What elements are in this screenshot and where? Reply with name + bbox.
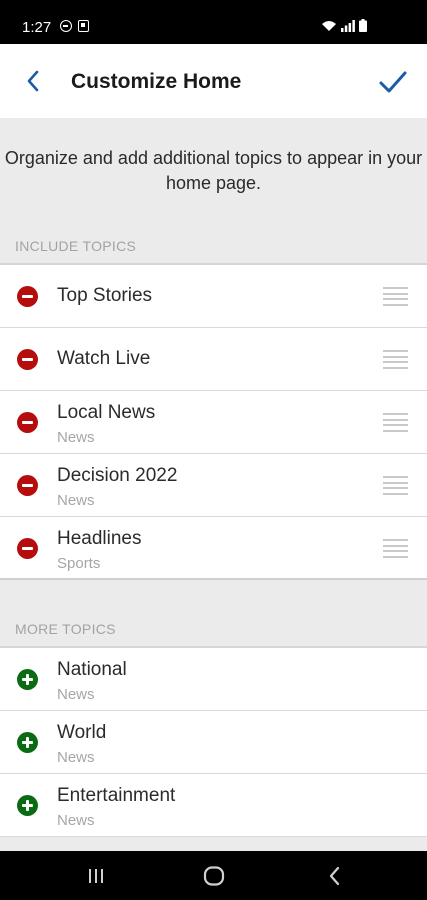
system-back-button[interactable]: [320, 863, 350, 889]
system-nav-bar: [0, 851, 427, 900]
topic-category: News: [57, 492, 95, 509]
more-topics-label: MORE TOPICS: [15, 621, 116, 637]
list-item[interactable]: Local News News: [0, 391, 427, 454]
wifi-icon: [322, 21, 336, 31]
list-item[interactable]: Headlines Sports: [0, 517, 427, 580]
remove-circle-icon[interactable]: [17, 412, 38, 433]
topic-category: News: [57, 749, 95, 766]
recent-apps-icon: [89, 869, 103, 883]
home-icon: [203, 866, 225, 886]
topic-title: Top Stories: [57, 285, 153, 306]
remove-circle-icon[interactable]: [17, 349, 38, 370]
checkmark-icon: [379, 71, 407, 93]
drag-handle-icon[interactable]: [383, 350, 408, 369]
include-topics-list: Top Stories Watch Live Local News News D…: [0, 263, 427, 580]
list-item[interactable]: Watch Live: [0, 328, 427, 391]
topic-category: News: [57, 812, 95, 829]
battery-icon: [359, 19, 367, 32]
topic-title: Watch Live: [57, 348, 151, 369]
done-button[interactable]: [377, 66, 409, 98]
notification-icon: [78, 20, 89, 32]
add-circle-icon[interactable]: [17, 732, 38, 753]
chevron-left-icon: [27, 70, 39, 92]
remove-circle-icon[interactable]: [17, 475, 38, 496]
list-item[interactable]: Entertainment News: [0, 774, 427, 837]
list-item[interactable]: Decision 2022 News: [0, 454, 427, 517]
topic-category: News: [57, 686, 95, 703]
topic-category: Sports: [57, 555, 101, 572]
more-topics-header: MORE TOPICS: [0, 605, 427, 645]
list-item[interactable]: World News: [0, 711, 427, 774]
recent-apps-button[interactable]: [81, 863, 111, 889]
list-item[interactable]: National News: [0, 648, 427, 711]
drag-handle-icon[interactable]: [383, 539, 408, 558]
remove-circle-icon[interactable]: [17, 286, 38, 307]
topic-title: Local News: [57, 402, 156, 423]
add-circle-icon[interactable]: [17, 669, 38, 690]
list-item[interactable]: Top Stories: [0, 265, 427, 328]
status-icons-left: [60, 20, 89, 32]
drag-handle-icon[interactable]: [383, 287, 408, 306]
add-circle-icon[interactable]: [17, 795, 38, 816]
topic-title: Decision 2022: [57, 465, 178, 486]
intro-text: Organize and add additional topics to ap…: [4, 148, 423, 193]
topic-title: World: [57, 722, 107, 743]
app-bar: Customize Home: [0, 44, 427, 118]
remove-circle-icon[interactable]: [17, 538, 38, 559]
include-topics-header: INCLUDE TOPICS: [0, 222, 427, 262]
status-time: 1:27: [22, 19, 52, 36]
topic-title: National: [57, 659, 127, 680]
status-icons-right: [321, 19, 367, 32]
signal-icon: [341, 20, 355, 32]
status-bar: 1:27: [0, 0, 427, 44]
drag-handle-icon[interactable]: [383, 476, 408, 495]
topic-title: Entertainment: [57, 785, 176, 806]
do-not-disturb-icon: [60, 20, 72, 32]
topic-category: News: [57, 429, 95, 446]
more-topics-list: National News World News Entertainment N…: [0, 646, 427, 837]
home-button[interactable]: [199, 863, 229, 889]
back-arrow-icon: [329, 866, 340, 886]
topic-title: Headlines: [57, 528, 142, 549]
back-button[interactable]: [18, 66, 48, 96]
include-topics-label: INCLUDE TOPICS: [15, 238, 137, 254]
page-title: Customize Home: [71, 70, 242, 93]
drag-handle-icon[interactable]: [383, 413, 408, 432]
